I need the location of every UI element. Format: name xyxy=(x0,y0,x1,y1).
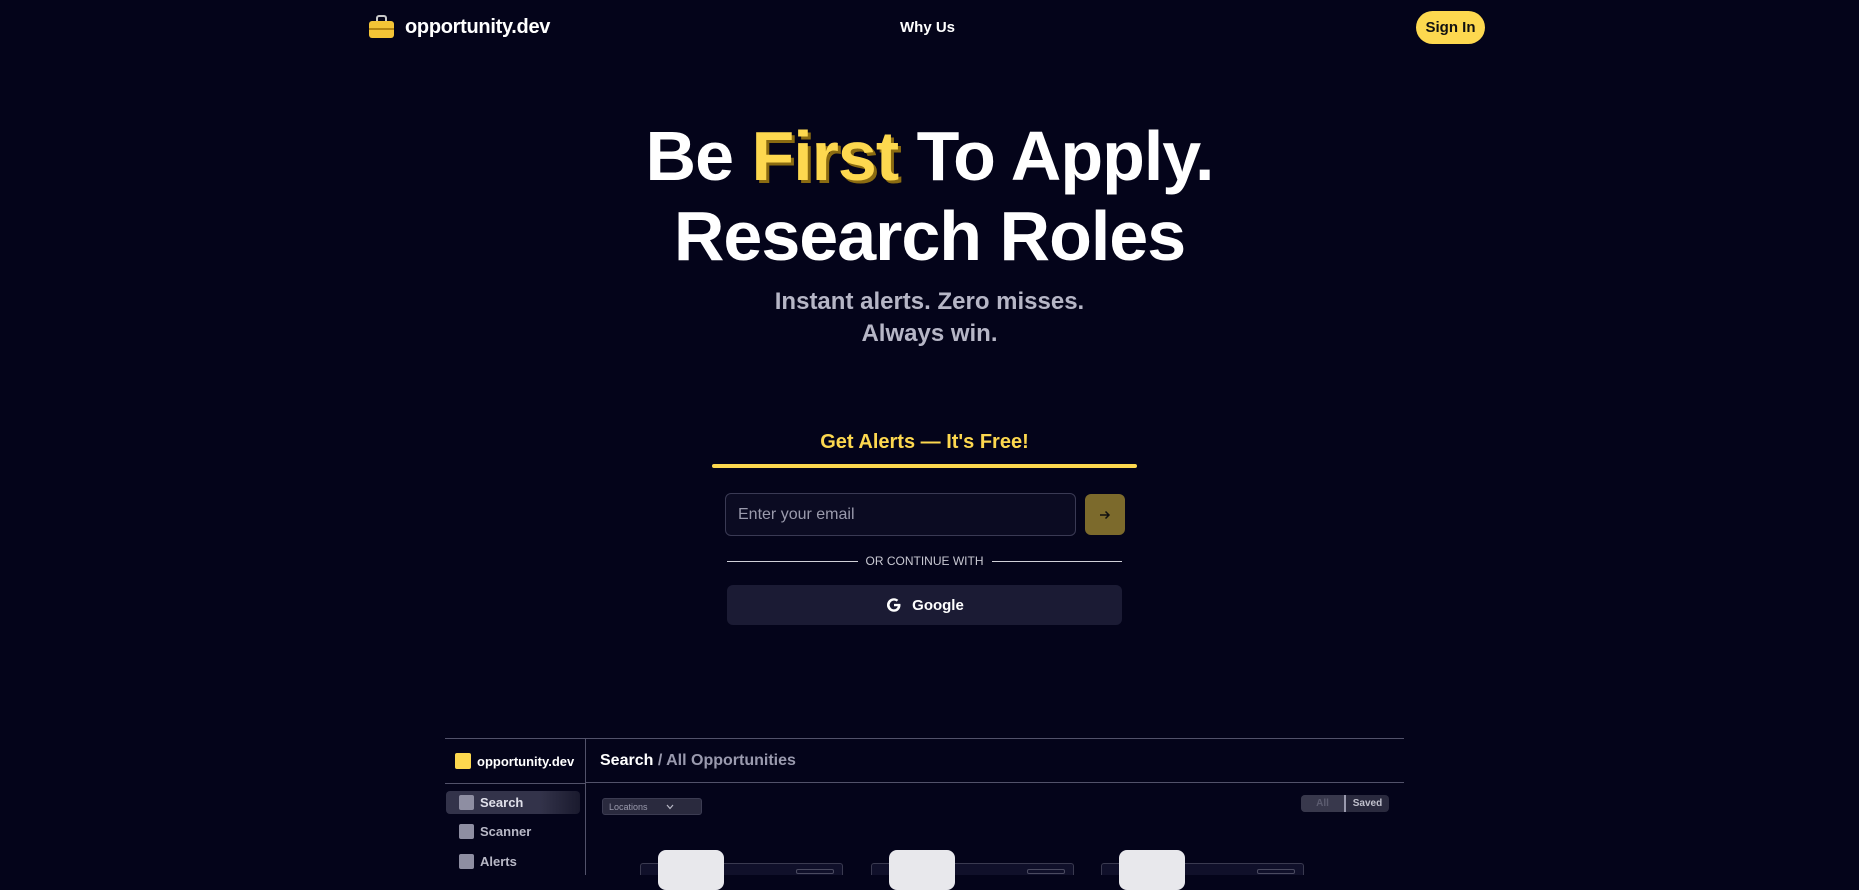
search-icon xyxy=(459,795,474,810)
brand-name: opportunity.dev xyxy=(405,15,551,38)
cta-underline xyxy=(712,464,1137,468)
or-continue-divider: OR CONTINUE WITH xyxy=(727,553,1122,569)
chevron-down-icon xyxy=(666,804,673,809)
company-logo xyxy=(658,850,724,890)
preview-brand: opportunity.dev xyxy=(455,753,574,769)
preview-sidebar-label: Search xyxy=(480,795,524,810)
preview-breadcrumb: / All Opportunities xyxy=(653,752,796,769)
preview-all-saved-toggle[interactable]: All Saved xyxy=(1301,795,1389,812)
toggle-saved[interactable]: Saved xyxy=(1346,795,1389,812)
preview-sidebar-item-alerts[interactable]: Alerts xyxy=(446,850,580,873)
card-tag xyxy=(1027,869,1065,874)
divider-text: OR CONTINUE WITH xyxy=(865,554,984,568)
divider-line-right xyxy=(991,560,1122,562)
company-logo xyxy=(1119,850,1185,890)
preview-sidebar: opportunity.dev Search Scanner Alerts xyxy=(445,739,586,875)
hero-text-be: Be xyxy=(645,117,752,195)
preview-sidebar-label: Alerts xyxy=(480,854,517,869)
preview-sidebar-item-scanner[interactable]: Scanner xyxy=(446,820,580,843)
hero-highlight-first: First xyxy=(751,117,899,195)
locations-label: Locations xyxy=(609,801,648,812)
sign-in-button[interactable]: Sign In xyxy=(1416,11,1485,44)
preview-logo-icon xyxy=(455,753,471,769)
hero-headline-line-2: Research Roles xyxy=(673,197,1186,275)
alerts-icon xyxy=(459,854,474,869)
preview-locations-dropdown[interactable]: Locations xyxy=(602,798,702,815)
hero-text-to-apply: To Apply. xyxy=(898,117,1215,195)
preview-opportunity-card[interactable] xyxy=(871,850,1074,890)
email-input[interactable] xyxy=(725,493,1076,536)
briefcase-icon xyxy=(368,14,395,40)
preview-opportunity-card[interactable] xyxy=(1101,850,1304,890)
company-logo xyxy=(889,850,955,890)
divider-line-left xyxy=(727,560,858,562)
arrow-right-icon xyxy=(1100,510,1111,519)
preview-page-title: Search / All Opportunities xyxy=(600,752,796,770)
top-nav: opportunity.dev Why Us Sign In xyxy=(0,0,1859,56)
hero-subtitle-2: Always win. xyxy=(861,320,998,347)
submit-email-button[interactable] xyxy=(1085,494,1125,535)
google-button-label: Google xyxy=(912,596,964,614)
preview-sidebar-label: Scanner xyxy=(480,824,532,839)
preview-opportunity-card[interactable] xyxy=(640,850,843,890)
toggle-all[interactable]: All xyxy=(1301,795,1346,812)
scanner-icon xyxy=(459,824,474,839)
hero-subtitle-1: Instant alerts. Zero misses. xyxy=(774,288,1085,315)
preview-brand-name: opportunity.dev xyxy=(477,753,575,769)
nav-link-why-us[interactable]: Why Us xyxy=(900,19,955,36)
get-alerts-heading: Get Alerts — It's Free! xyxy=(820,431,1029,453)
preview-header-divider xyxy=(586,782,1404,783)
preview-title: Search xyxy=(600,752,654,769)
card-tag xyxy=(796,869,834,874)
brand-logo[interactable]: opportunity.dev xyxy=(368,14,550,40)
card-tag xyxy=(1257,869,1295,874)
preview-sidebar-item-search[interactable]: Search xyxy=(446,791,580,814)
preview-brand-divider xyxy=(445,783,586,784)
google-icon xyxy=(887,598,901,612)
google-signin-button[interactable]: Google xyxy=(727,585,1122,625)
app-preview: opportunity.dev Search Scanner Alerts Se… xyxy=(445,738,1404,890)
hero-headline-line-1: Be First To Apply. xyxy=(0,116,1859,196)
